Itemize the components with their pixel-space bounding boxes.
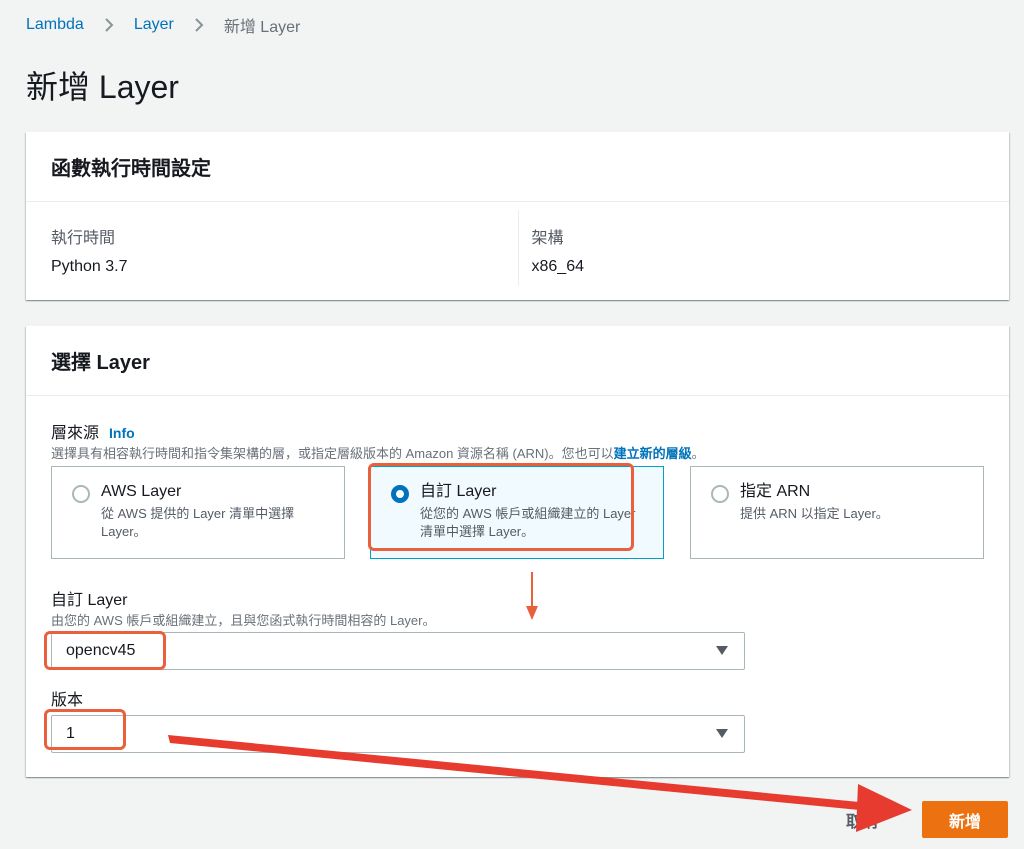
tile-title: 自訂 Layer: [420, 483, 497, 500]
tile-specify-arn[interactable]: 指定 ARN 提供 ARN 以指定 Layer。: [690, 466, 984, 559]
radio-button-icon[interactable]: [391, 485, 409, 503]
layer-source-desc-end: 。: [691, 446, 705, 461]
chevron-right-icon: [104, 17, 114, 33]
tile-custom-layer[interactable]: 自訂 Layer 從您的 AWS 帳戶或組織建立的 Layer 清單中選擇 La…: [370, 466, 664, 559]
layer-source-description: 選擇具有相容執行時間和指令集架構的層，或指定層級版本的 Amazon 資源名稱 …: [51, 443, 705, 462]
tile-title: 指定 ARN: [740, 483, 811, 500]
breadcrumb-current: 新增 Layer: [223, 19, 301, 36]
page-title: 新增 Layer: [26, 69, 179, 105]
layer-source-label-text: 層來源: [51, 425, 100, 442]
create-button[interactable]: 新增: [922, 801, 1008, 838]
create-new-layer-link[interactable]: 建立新的層級: [614, 446, 692, 461]
tile-description: 從 AWS 提供的 Layer 清單中選擇 Layer。: [101, 506, 295, 539]
runtime-field: 執行時間 Python 3.7: [26, 202, 518, 299]
runtime-label: 執行時間: [51, 230, 116, 247]
custom-layer-select[interactable]: opencv45: [51, 632, 745, 670]
breadcrumb-lambda[interactable]: Lambda: [26, 16, 84, 34]
tile-aws-layer[interactable]: AWS Layer 從 AWS 提供的 Layer 清單中選擇 Layer。: [51, 466, 345, 559]
runtime-value: Python 3.7: [51, 258, 128, 275]
architecture-value: x86_64: [531, 258, 585, 275]
info-link[interactable]: Info: [109, 425, 135, 441]
runtime-panel-title: 函數執行時間設定: [26, 132, 1009, 202]
tile-description: 從您的 AWS 帳戶或組織建立的 Layer 清單中選擇 Layer。: [420, 506, 636, 539]
tile-title: AWS Layer: [101, 483, 182, 500]
tile-description: 提供 ARN 以指定 Layer。: [740, 506, 889, 521]
breadcrumb-layer[interactable]: Layer: [134, 16, 174, 34]
layer-source-label: 層來源 Info: [51, 419, 135, 443]
version-select[interactable]: 1: [51, 715, 745, 753]
caret-down-icon: [716, 729, 728, 738]
radio-button-icon[interactable]: [72, 485, 90, 503]
runtime-settings-panel: 函數執行時間設定 執行時間 Python 3.7 架構 x86_64: [26, 132, 1009, 300]
breadcrumb: Lambda Layer 新增 Layer: [26, 14, 300, 36]
version-selected-value: 1: [66, 725, 75, 742]
custom-layer-description: 由您的 AWS 帳戶或組織建立，且與您函式執行時間相容的 Layer。: [51, 613, 436, 628]
custom-layer-label: 自訂 Layer: [51, 592, 128, 609]
version-label: 版本: [51, 692, 84, 709]
chevron-right-icon: [194, 17, 204, 33]
layer-source-desc-text: 選擇具有相容執行時間和指令集架構的層，或指定層級版本的 Amazon 資源名稱 …: [51, 446, 614, 461]
radio-button-icon[interactable]: [711, 485, 729, 503]
architecture-field: 架構 x86_64: [517, 210, 1010, 286]
custom-layer-selected-value: opencv45: [66, 642, 136, 659]
choose-layer-panel: 選擇 Layer 層來源 Info 選擇具有相容執行時間和指令集架構的層，或指定層…: [26, 326, 1009, 777]
layer-panel-title: 選擇 Layer: [26, 326, 1009, 396]
cancel-button[interactable]: 取消: [846, 808, 878, 832]
architecture-label: 架構: [531, 230, 564, 247]
caret-down-icon: [716, 646, 728, 655]
